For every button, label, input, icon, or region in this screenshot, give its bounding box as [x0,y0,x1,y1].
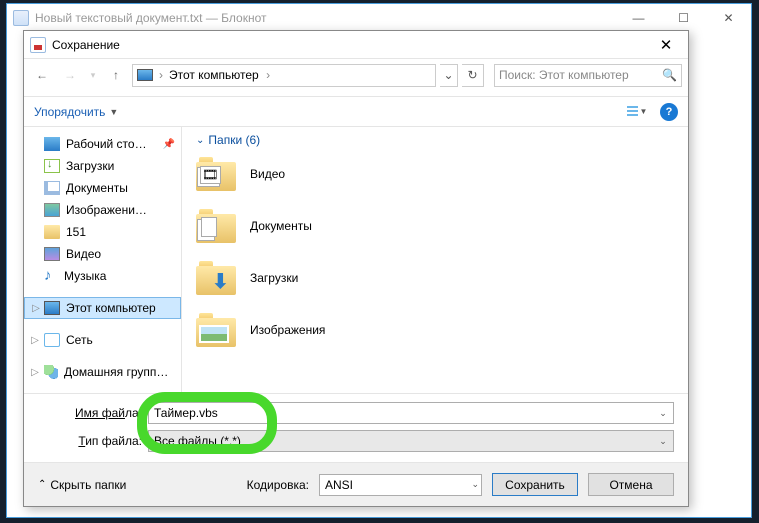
save-icon [30,37,46,53]
folder-label: Изображения [250,323,325,337]
nav-tree: Рабочий сто…📌 Загрузки Документы Изображ… [24,127,182,393]
encoding-label: Кодировка: [247,478,309,492]
search-input[interactable]: Поиск: Этот компьютер 🔍 [494,64,682,87]
chevron-up-icon: ⌃ [38,479,46,490]
minimize-button[interactable]: — [616,4,661,32]
chevron-down-icon[interactable]: ⌄ [655,405,671,421]
tree-downloads[interactable]: Загрузки [24,155,181,177]
folder-item-video[interactable]: 🎞 Видео [196,157,674,191]
filename-input[interactable]: Таймер.vbs ⌄ [148,402,674,424]
search-icon: 🔍 [662,68,677,82]
help-button[interactable]: ? [660,103,678,121]
expand-icon[interactable]: ▷ [30,367,40,378]
address-bar[interactable]: › Этот компьютер [132,64,436,87]
close-button[interactable]: ✕ [706,4,751,32]
tree-documents[interactable]: Документы [24,177,181,199]
view-icon [627,106,638,117]
search-placeholder: Поиск: Этот компьютер [499,68,629,82]
recent-dropdown[interactable]: ▾ [86,63,100,87]
maximize-button[interactable]: ☐ [661,4,706,32]
chevron-down-icon: ⌄ [196,135,204,146]
refresh-button[interactable]: ↻ [462,64,484,87]
desktop-icon [44,137,60,151]
filetype-label: Тип файла: [38,434,148,448]
dialog-title: Сохранение [52,38,650,52]
toolbar: Упорядочить ▼ ▼ ? [24,97,688,127]
music-icon: ♪ [44,269,58,283]
dialog-footer: ⌃ Скрыть папки Кодировка: ANSI ⌄ Сохрани… [24,462,688,506]
content-pane: ⌄ Папки (6) 🎞 Видео Документы Загрузки [182,127,688,393]
dialog-close-button[interactable]: ✕ [650,33,682,57]
pc-icon [137,69,153,81]
tree-pictures[interactable]: Изображени… [24,199,181,221]
pc-icon [44,301,60,315]
documents-overlay-icon [201,217,217,237]
expand-icon[interactable]: ▷ [31,303,41,314]
tree-video[interactable]: Видео [24,243,181,265]
network-icon [44,333,60,347]
folder-item-downloads[interactable]: Загрузки [196,261,674,295]
expand-icon[interactable]: ▷ [30,335,40,346]
tree-network[interactable]: ▷Сеть [24,329,181,351]
save-dialog: Сохранение ✕ ← → ▾ ↑ › Этот компьютер ⌄ … [23,30,689,507]
folder-label: Загрузки [250,271,298,285]
tree-thispc[interactable]: ▷Этот компьютер [24,297,181,319]
video-icon [44,247,60,261]
folder-label: Видео [250,167,285,181]
organize-menu[interactable]: Упорядочить ▼ [34,105,118,119]
back-button[interactable]: ← [30,63,54,87]
tree-homegroup[interactable]: ▷Домашняя групп… [24,361,181,383]
tree-music[interactable]: ♪Музыка [24,265,181,287]
address-dropdown[interactable]: ⌄ [440,64,458,87]
notepad-title: Новый текстовый документ.txt — Блокнот [35,11,616,25]
forward-button[interactable]: → [58,63,82,87]
filetype-select[interactable]: Все файлы (*.*) ⌄ [148,430,674,452]
view-options-button[interactable]: ▼ [620,101,654,123]
folder-large-icon [196,209,236,243]
up-button[interactable]: ↑ [104,63,128,87]
tree-desktop[interactable]: Рабочий сто…📌 [24,133,181,155]
downloads-overlay-icon [212,273,229,291]
cancel-button[interactable]: Отмена [588,473,674,496]
folder-large-icon [196,261,236,295]
pin-icon: 📌 [163,139,175,150]
form-area: Имя файла: Таймер.vbs ⌄ Тип файла: Все ф… [24,393,688,462]
video-overlay-icon: 🎞 [200,166,221,184]
downloads-icon [44,159,60,173]
pictures-overlay-icon [199,325,229,343]
dialog-titlebar: Сохранение ✕ [24,31,688,59]
folder-item-documents[interactable]: Документы [196,209,674,243]
pictures-icon [44,203,60,217]
folder-icon [44,225,60,239]
save-button[interactable]: Сохранить [492,473,578,496]
tree-folder-151[interactable]: 151 [24,221,181,243]
chevron-down-icon[interactable]: ⌄ [655,433,671,449]
homegroup-icon [44,365,58,379]
filename-label: Имя файла: [38,406,148,420]
section-folders-header[interactable]: ⌄ Папки (6) [196,133,674,147]
folder-large-icon [196,313,236,347]
nav-row: ← → ▾ ↑ › Этот компьютер ⌄ ↻ Поиск: Этот… [24,59,688,91]
breadcrumb-thispc[interactable]: Этот компьютер [169,68,270,82]
folder-label: Документы [250,219,312,233]
folder-large-icon: 🎞 [196,157,236,191]
hide-folders-button[interactable]: ⌃ Скрыть папки [38,478,126,492]
folder-item-pictures[interactable]: Изображения [196,313,674,347]
notepad-titlebar: Новый текстовый документ.txt — Блокнот —… [7,4,751,32]
documents-icon [44,181,60,195]
encoding-select[interactable]: ANSI ⌄ [319,474,482,496]
chevron-down-icon[interactable]: ⌄ [471,479,479,490]
notepad-icon [13,10,29,26]
